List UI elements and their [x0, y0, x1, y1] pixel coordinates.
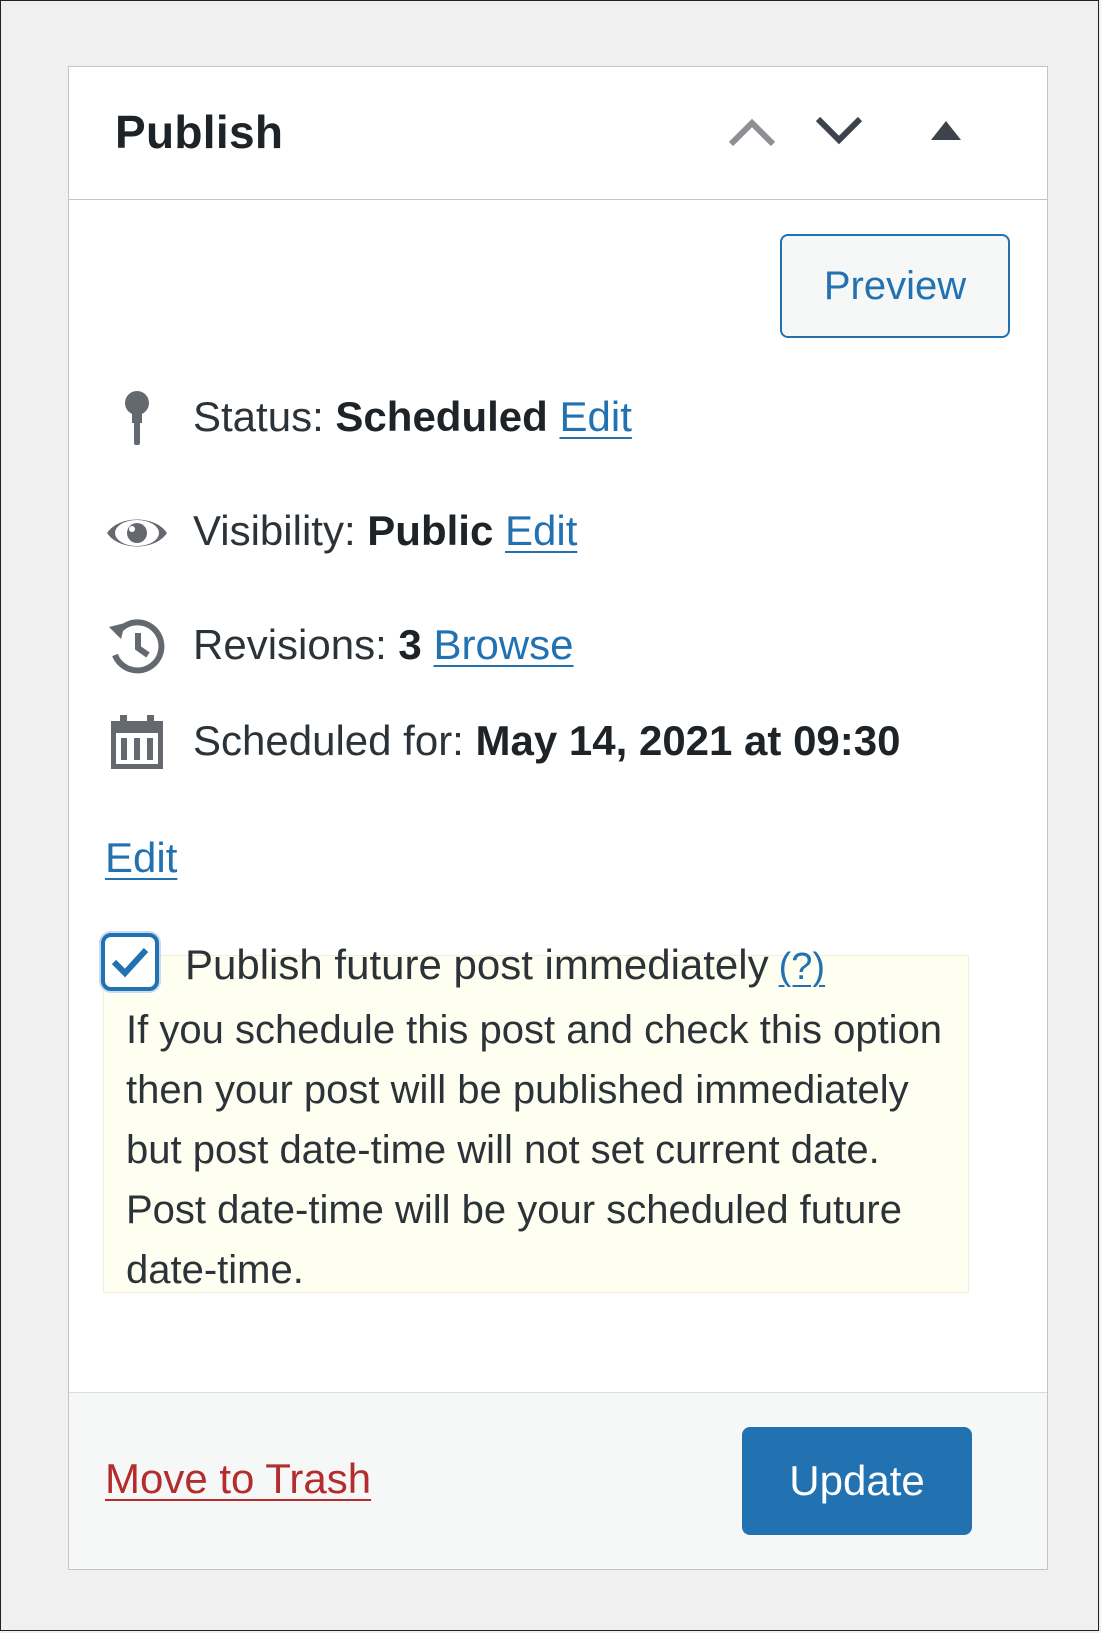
- visibility-value: Public: [367, 507, 494, 554]
- calendar-icon: [105, 711, 169, 775]
- visibility-label: Visibility:: [193, 507, 356, 554]
- preview-button[interactable]: Preview: [780, 234, 1010, 338]
- checkmark-icon: [111, 947, 149, 978]
- publish-future-checkbox[interactable]: [101, 933, 159, 991]
- panel-title: Publish: [115, 106, 284, 158]
- schedule-edit-link[interactable]: Edit: [105, 832, 177, 884]
- status-label: Status:: [193, 393, 324, 440]
- pin-icon: [105, 387, 169, 451]
- status-row: Status: Scheduled Edit: [105, 387, 1017, 451]
- publish-panel: Publish Preview Status: Scheduled Edit V…: [68, 66, 1048, 1570]
- move-to-trash-link[interactable]: Move to Trash: [105, 1453, 371, 1505]
- move-down-button[interactable]: [804, 91, 874, 171]
- visibility-row: Visibility: Public Edit: [105, 501, 1017, 565]
- visibility-edit-link[interactable]: Edit: [505, 507, 577, 554]
- revisions-browse-link[interactable]: Browse: [433, 621, 573, 668]
- move-up-icon: [728, 118, 776, 147]
- schedule-value: May 14, 2021 at 09:30: [475, 717, 901, 764]
- history-icon: [105, 615, 169, 679]
- publish-future-notice: If you schedule this post and check this…: [103, 955, 969, 1293]
- notice-text: If you schedule this post and check this…: [126, 1008, 943, 1292]
- publish-future-text: Publish future post immediately: [185, 941, 769, 988]
- status-value: Scheduled: [335, 393, 548, 440]
- help-link[interactable]: (?): [779, 946, 825, 988]
- publish-future-label: Publish future post immediately (?): [185, 939, 825, 993]
- toggle-panel-icon: [931, 121, 961, 140]
- schedule-label: Scheduled for:: [193, 717, 464, 764]
- publish-actions: Move to Trash Update: [69, 1392, 1047, 1569]
- revisions-label: Revisions:: [193, 621, 387, 668]
- revisions-count: 3: [398, 621, 422, 668]
- schedule-row: Scheduled for: May 14, 2021 at 09:30: [105, 711, 1017, 775]
- status-edit-link[interactable]: Edit: [559, 393, 631, 440]
- update-button[interactable]: Update: [742, 1427, 972, 1535]
- move-up-button[interactable]: [717, 91, 787, 171]
- panel-header: Publish: [69, 67, 1047, 200]
- revisions-row: Revisions: 3 Browse: [105, 615, 1017, 679]
- move-down-icon: [815, 116, 863, 145]
- eye-icon: [105, 501, 169, 565]
- toggle-panel-button[interactable]: [911, 91, 981, 171]
